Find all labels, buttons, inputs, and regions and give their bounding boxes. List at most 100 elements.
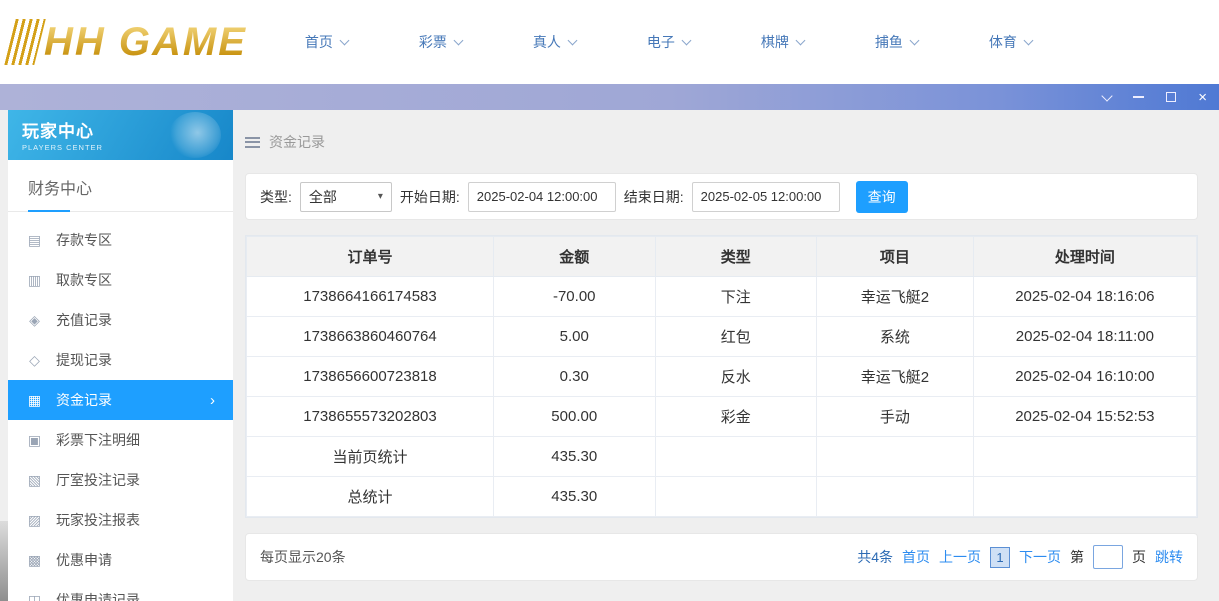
- nav-item-label: 体育: [989, 32, 1017, 52]
- nav-item-label: 首页: [305, 32, 333, 52]
- chevron-down-icon: [909, 36, 919, 46]
- sidebar-item-label: 厅室投注记录: [56, 470, 140, 490]
- records-table: 订单号金额类型项目处理时间 1738664166174583-70.00下注幸运…: [246, 236, 1197, 517]
- table-cell: 5.00: [494, 317, 656, 357]
- nav-item-5[interactable]: 棋牌: [761, 32, 804, 52]
- table-row: 17386638604607645.00红包系统2025-02-04 18:11…: [247, 317, 1197, 357]
- main-panel: 资金记录 类型: 全部 ▾ 开始日期: 结束日期: 查询 订单号金额类型项目处理…: [233, 110, 1219, 601]
- minimize-icon[interactable]: [1133, 96, 1144, 98]
- table-header-row: 订单号金额类型项目处理时间: [247, 237, 1197, 277]
- table-cell: [973, 477, 1196, 517]
- deposit-icon: ▤: [26, 232, 43, 249]
- column-header: 项目: [817, 237, 974, 277]
- window-titlebar: ×: [0, 84, 1219, 110]
- table-row: 总统计435.30: [247, 477, 1197, 517]
- table-cell: -70.00: [494, 277, 656, 317]
- table-cell: [655, 437, 817, 477]
- hall-bets-icon: ▧: [26, 472, 43, 489]
- sidebar-item-lottery-detail[interactable]: ▣彩票下注明细: [8, 420, 233, 460]
- jump-suffix-label: 页: [1132, 547, 1146, 567]
- pagination-controls: 共4条 首页 上一页 1 下一页 第 页 跳转: [857, 545, 1183, 569]
- records-table-card: 订单号金额类型项目处理时间 1738664166174583-70.00下注幸运…: [245, 235, 1198, 518]
- first-page-link[interactable]: 首页: [902, 547, 930, 567]
- sidebar-item-promo-apply[interactable]: ▩优惠申请: [8, 540, 233, 580]
- sidebar-section-title: 财务中心: [8, 160, 233, 212]
- query-button[interactable]: 查询: [856, 181, 908, 213]
- jump-prefix-label: 第: [1070, 547, 1084, 567]
- type-select[interactable]: 全部 ▾: [300, 182, 392, 212]
- cashout-icon: ◇: [26, 352, 43, 369]
- chevron-down-icon: [795, 36, 805, 46]
- sidebar-item-label: 充值记录: [56, 310, 112, 330]
- promo-apply-icon: ▩: [26, 552, 43, 569]
- table-cell: 1738663860460764: [247, 317, 494, 357]
- pagination-bar: 每页显示20条 共4条 首页 上一页 1 下一页 第 页 跳转: [245, 533, 1198, 581]
- nav-item-label: 真人: [533, 32, 561, 52]
- column-header: 订单号: [247, 237, 494, 277]
- sidebar-item-deposit[interactable]: ▤存款专区: [8, 220, 233, 260]
- table-cell: 彩金: [655, 397, 817, 437]
- table-cell: [973, 437, 1196, 477]
- table-cell: 435.30: [494, 477, 656, 517]
- close-icon[interactable]: ×: [1198, 90, 1207, 105]
- chevron-down-icon: [453, 36, 463, 46]
- nav-item-label: 电子: [647, 32, 675, 52]
- type-select-value: 全部: [309, 187, 337, 207]
- nav-item-2[interactable]: 彩票: [419, 32, 462, 52]
- end-date-input[interactable]: [692, 182, 840, 212]
- gamepad-icon: [169, 112, 221, 158]
- table-cell: 2025-02-04 18:11:00: [973, 317, 1196, 357]
- nav-item-label: 捕鱼: [875, 32, 903, 52]
- sidebar: 玩家中心 PLAYERS CENTER 财务中心 ▤存款专区▥取款专区 ◈ 充值记录…: [8, 110, 233, 601]
- sidebar-item-withdraw[interactable]: ▥取款专区: [8, 260, 233, 300]
- nav-item-label: 彩票: [419, 32, 447, 52]
- start-date-input[interactable]: [468, 182, 616, 212]
- recharge-icon: ◈: [26, 312, 43, 329]
- table-cell: 0.30: [494, 357, 656, 397]
- lottery-detail-icon: ▣: [26, 432, 43, 449]
- sidebar-item-label: 优惠申请记录: [56, 590, 140, 601]
- table-cell: 幸运飞艇2: [817, 277, 974, 317]
- nav-item-4[interactable]: 电子: [647, 32, 690, 52]
- page-jump-input[interactable]: [1093, 545, 1123, 569]
- logo[interactable]: HH GAME: [10, 19, 247, 65]
- table-cell: 2025-02-04 15:52:53: [973, 397, 1196, 437]
- maximize-icon[interactable]: [1166, 92, 1176, 102]
- table-cell: 当前页统计: [247, 437, 494, 477]
- sidebar-item-hall-bets[interactable]: ▧ 厅室投注记录: [8, 460, 233, 500]
- prev-page-link[interactable]: 上一页: [939, 547, 981, 567]
- jump-link[interactable]: 跳转: [1155, 547, 1183, 567]
- nav-item-6[interactable]: 捕鱼: [875, 32, 918, 52]
- nav-item-7[interactable]: 体育: [989, 32, 1032, 52]
- funds-icon: ▦: [26, 392, 43, 409]
- sidebar-item-promo-records[interactable]: ◫ 优惠申请记录: [8, 580, 233, 601]
- per-page-label: 每页显示20条: [260, 547, 346, 567]
- table-cell: 总统计: [247, 477, 494, 517]
- withdraw-icon: ▥: [26, 272, 43, 289]
- sidebar-item-cashout[interactable]: ◇提现记录: [8, 340, 233, 380]
- sidebar-item-label: 资金记录: [56, 390, 112, 410]
- promo-records-icon: ◫: [26, 592, 43, 601]
- sidebar-header: 玩家中心 PLAYERS CENTER: [8, 110, 233, 160]
- player-report-icon: ▨: [26, 512, 43, 529]
- chevron-down-icon: [339, 36, 349, 46]
- table-cell: 1738656600723818: [247, 357, 494, 397]
- main-nav: 首页 彩票 真人 电子 棋牌 捕鱼 体育: [305, 32, 1032, 52]
- sidebar-item-label: 玩家投注报表: [56, 510, 140, 530]
- breadcrumb: 资金记录: [245, 132, 1198, 152]
- type-label: 类型:: [260, 187, 292, 207]
- next-page-link[interactable]: 下一页: [1019, 547, 1061, 567]
- nav-item-3[interactable]: 真人: [533, 32, 576, 52]
- sidebar-item-funds[interactable]: ▦资金记录›: [8, 380, 233, 420]
- sidebar-item-recharge[interactable]: ◈ 充值记录: [8, 300, 233, 340]
- sidebar-item-player-report[interactable]: ▨ 玩家投注报表: [8, 500, 233, 540]
- table-cell: 红包: [655, 317, 817, 357]
- chevron-down-icon: [1023, 36, 1033, 46]
- chevron-down-icon: ▾: [378, 191, 383, 202]
- chevron-down-icon[interactable]: [1102, 90, 1113, 101]
- column-header: 处理时间: [973, 237, 1196, 277]
- sidebar-menu: ▤存款专区▥取款专区◈充值记录◇提现记录▦资金记录›▣彩票下注明细▧厅室投注记录…: [8, 212, 233, 601]
- content-area: 玩家中心 PLAYERS CENTER 财务中心 ▤存款专区▥取款专区 ◈ 充值记录…: [0, 110, 1219, 601]
- table-cell: 系统: [817, 317, 974, 357]
- nav-item-1[interactable]: 首页: [305, 32, 348, 52]
